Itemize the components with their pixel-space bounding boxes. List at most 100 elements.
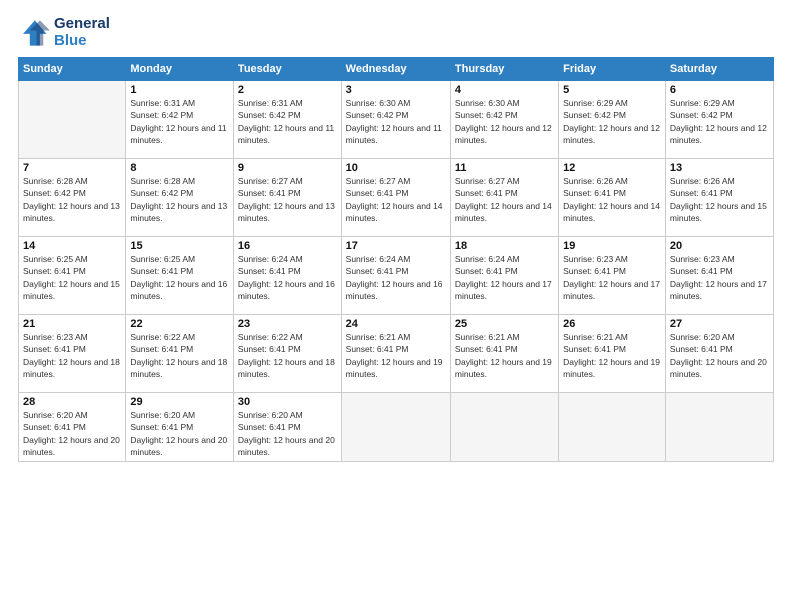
weekday-header-row: SundayMondayTuesdayWednesdayThursdayFrid… — [19, 58, 774, 81]
week-row-2: 7Sunrise: 6:28 AMSunset: 6:42 PMDaylight… — [19, 159, 774, 237]
day-info: Sunrise: 6:31 AMSunset: 6:42 PMDaylight:… — [238, 97, 337, 146]
calendar-cell: 27Sunrise: 6:20 AMSunset: 6:41 PMDayligh… — [665, 315, 773, 393]
day-info: Sunrise: 6:20 AMSunset: 6:41 PMDaylight:… — [130, 409, 229, 458]
day-number: 8 — [130, 162, 229, 174]
calendar-cell: 3Sunrise: 6:30 AMSunset: 6:42 PMDaylight… — [341, 81, 450, 159]
calendar-cell: 10Sunrise: 6:27 AMSunset: 6:41 PMDayligh… — [341, 159, 450, 237]
logo: GeneralBlue — [18, 16, 110, 49]
day-number: 27 — [670, 318, 769, 330]
day-info: Sunrise: 6:23 AMSunset: 6:41 PMDaylight:… — [23, 331, 121, 380]
calendar-cell: 28Sunrise: 6:20 AMSunset: 6:41 PMDayligh… — [19, 393, 126, 462]
day-info: Sunrise: 6:24 AMSunset: 6:41 PMDaylight:… — [238, 253, 337, 302]
weekday-header-wednesday: Wednesday — [341, 58, 450, 81]
calendar-cell: 21Sunrise: 6:23 AMSunset: 6:41 PMDayligh… — [19, 315, 126, 393]
calendar-cell: 20Sunrise: 6:23 AMSunset: 6:41 PMDayligh… — [665, 237, 773, 315]
day-number: 14 — [23, 240, 121, 252]
day-info: Sunrise: 6:30 AMSunset: 6:42 PMDaylight:… — [455, 97, 554, 146]
calendar-cell: 30Sunrise: 6:20 AMSunset: 6:41 PMDayligh… — [233, 393, 341, 462]
day-number: 1 — [130, 84, 229, 96]
day-info: Sunrise: 6:20 AMSunset: 6:41 PMDaylight:… — [670, 331, 769, 380]
day-number: 7 — [23, 162, 121, 174]
day-number: 11 — [455, 162, 554, 174]
day-info: Sunrise: 6:29 AMSunset: 6:42 PMDaylight:… — [563, 97, 661, 146]
week-row-5: 28Sunrise: 6:20 AMSunset: 6:41 PMDayligh… — [19, 393, 774, 462]
day-number: 17 — [346, 240, 446, 252]
calendar-cell — [19, 81, 126, 159]
calendar-cell: 14Sunrise: 6:25 AMSunset: 6:41 PMDayligh… — [19, 237, 126, 315]
calendar-cell: 2Sunrise: 6:31 AMSunset: 6:42 PMDaylight… — [233, 81, 341, 159]
logo-text-general: GeneralBlue — [54, 16, 110, 49]
day-number: 22 — [130, 318, 229, 330]
calendar-cell: 1Sunrise: 6:31 AMSunset: 6:42 PMDaylight… — [126, 81, 234, 159]
day-number: 10 — [346, 162, 446, 174]
day-info: Sunrise: 6:22 AMSunset: 6:41 PMDaylight:… — [238, 331, 337, 380]
day-number: 23 — [238, 318, 337, 330]
calendar-cell: 22Sunrise: 6:22 AMSunset: 6:41 PMDayligh… — [126, 315, 234, 393]
weekday-header-sunday: Sunday — [19, 58, 126, 81]
day-number: 18 — [455, 240, 554, 252]
calendar-cell: 11Sunrise: 6:27 AMSunset: 6:41 PMDayligh… — [450, 159, 558, 237]
calendar-cell: 9Sunrise: 6:27 AMSunset: 6:41 PMDaylight… — [233, 159, 341, 237]
day-number: 21 — [23, 318, 121, 330]
day-info: Sunrise: 6:28 AMSunset: 6:42 PMDaylight:… — [130, 175, 229, 224]
day-info: Sunrise: 6:28 AMSunset: 6:42 PMDaylight:… — [23, 175, 121, 224]
day-info: Sunrise: 6:26 AMSunset: 6:41 PMDaylight:… — [563, 175, 661, 224]
calendar-cell: 18Sunrise: 6:24 AMSunset: 6:41 PMDayligh… — [450, 237, 558, 315]
weekday-header-thursday: Thursday — [450, 58, 558, 81]
calendar-cell — [665, 393, 773, 462]
weekday-header-saturday: Saturday — [665, 58, 773, 81]
calendar-cell: 4Sunrise: 6:30 AMSunset: 6:42 PMDaylight… — [450, 81, 558, 159]
calendar-table: SundayMondayTuesdayWednesdayThursdayFrid… — [18, 57, 774, 462]
day-info: Sunrise: 6:23 AMSunset: 6:41 PMDaylight:… — [563, 253, 661, 302]
logo-icon — [18, 17, 50, 49]
day-number: 9 — [238, 162, 337, 174]
calendar-cell: 5Sunrise: 6:29 AMSunset: 6:42 PMDaylight… — [559, 81, 666, 159]
calendar-cell: 15Sunrise: 6:25 AMSunset: 6:41 PMDayligh… — [126, 237, 234, 315]
day-info: Sunrise: 6:21 AMSunset: 6:41 PMDaylight:… — [455, 331, 554, 380]
calendar-cell: 19Sunrise: 6:23 AMSunset: 6:41 PMDayligh… — [559, 237, 666, 315]
calendar-cell: 6Sunrise: 6:29 AMSunset: 6:42 PMDaylight… — [665, 81, 773, 159]
day-number: 28 — [23, 396, 121, 408]
day-info: Sunrise: 6:29 AMSunset: 6:42 PMDaylight:… — [670, 97, 769, 146]
day-number: 26 — [563, 318, 661, 330]
day-info: Sunrise: 6:20 AMSunset: 6:41 PMDaylight:… — [238, 409, 337, 458]
day-info: Sunrise: 6:25 AMSunset: 6:41 PMDaylight:… — [130, 253, 229, 302]
calendar-cell: 26Sunrise: 6:21 AMSunset: 6:41 PMDayligh… — [559, 315, 666, 393]
day-info: Sunrise: 6:24 AMSunset: 6:41 PMDaylight:… — [455, 253, 554, 302]
calendar-cell: 12Sunrise: 6:26 AMSunset: 6:41 PMDayligh… — [559, 159, 666, 237]
calendar-cell: 23Sunrise: 6:22 AMSunset: 6:41 PMDayligh… — [233, 315, 341, 393]
day-number: 20 — [670, 240, 769, 252]
calendar-cell — [559, 393, 666, 462]
day-info: Sunrise: 6:31 AMSunset: 6:42 PMDaylight:… — [130, 97, 229, 146]
calendar-cell: 24Sunrise: 6:21 AMSunset: 6:41 PMDayligh… — [341, 315, 450, 393]
day-number: 4 — [455, 84, 554, 96]
calendar-cell — [450, 393, 558, 462]
day-info: Sunrise: 6:24 AMSunset: 6:41 PMDaylight:… — [346, 253, 446, 302]
day-info: Sunrise: 6:26 AMSunset: 6:41 PMDaylight:… — [670, 175, 769, 224]
calendar-cell — [341, 393, 450, 462]
calendar-cell: 16Sunrise: 6:24 AMSunset: 6:41 PMDayligh… — [233, 237, 341, 315]
day-info: Sunrise: 6:27 AMSunset: 6:41 PMDaylight:… — [346, 175, 446, 224]
day-info: Sunrise: 6:27 AMSunset: 6:41 PMDaylight:… — [455, 175, 554, 224]
day-number: 19 — [563, 240, 661, 252]
calendar-cell: 25Sunrise: 6:21 AMSunset: 6:41 PMDayligh… — [450, 315, 558, 393]
weekday-header-monday: Monday — [126, 58, 234, 81]
day-info: Sunrise: 6:21 AMSunset: 6:41 PMDaylight:… — [563, 331, 661, 380]
day-number: 16 — [238, 240, 337, 252]
day-number: 2 — [238, 84, 337, 96]
day-info: Sunrise: 6:25 AMSunset: 6:41 PMDaylight:… — [23, 253, 121, 302]
day-number: 3 — [346, 84, 446, 96]
week-row-1: 1Sunrise: 6:31 AMSunset: 6:42 PMDaylight… — [19, 81, 774, 159]
day-info: Sunrise: 6:30 AMSunset: 6:42 PMDaylight:… — [346, 97, 446, 146]
calendar-cell: 17Sunrise: 6:24 AMSunset: 6:41 PMDayligh… — [341, 237, 450, 315]
week-row-3: 14Sunrise: 6:25 AMSunset: 6:41 PMDayligh… — [19, 237, 774, 315]
day-number: 6 — [670, 84, 769, 96]
page: GeneralBlue SundayMondayTuesdayWednesday… — [0, 0, 792, 612]
day-number: 30 — [238, 396, 337, 408]
day-info: Sunrise: 6:20 AMSunset: 6:41 PMDaylight:… — [23, 409, 121, 458]
day-info: Sunrise: 6:27 AMSunset: 6:41 PMDaylight:… — [238, 175, 337, 224]
calendar-cell: 13Sunrise: 6:26 AMSunset: 6:41 PMDayligh… — [665, 159, 773, 237]
weekday-header-tuesday: Tuesday — [233, 58, 341, 81]
calendar-cell: 29Sunrise: 6:20 AMSunset: 6:41 PMDayligh… — [126, 393, 234, 462]
day-number: 29 — [130, 396, 229, 408]
